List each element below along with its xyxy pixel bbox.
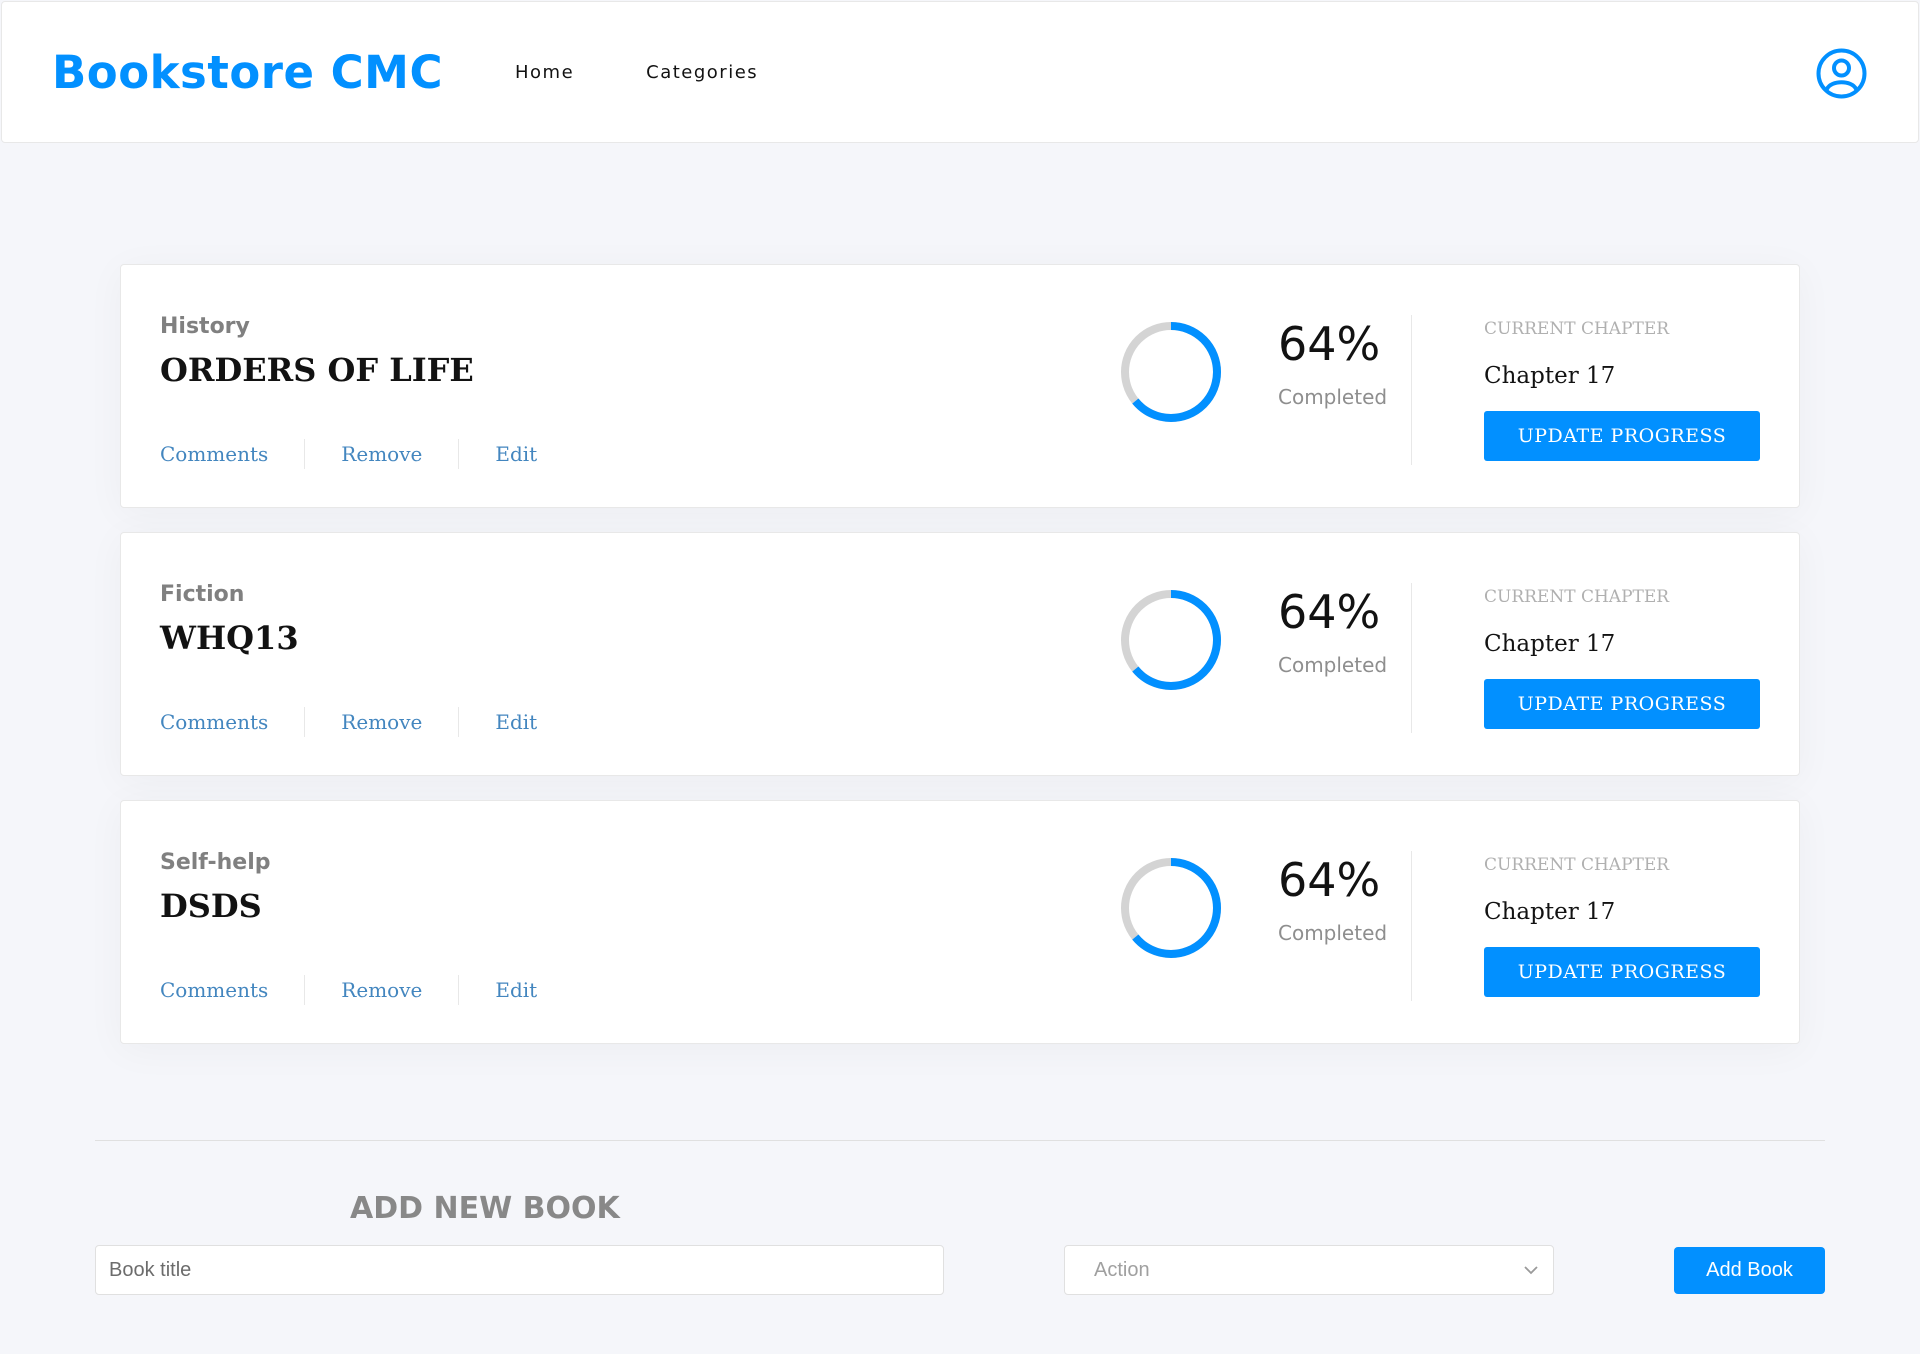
progress-ring — [1121, 590, 1221, 690]
action-divider — [458, 439, 460, 469]
remove-link[interactable]: Remove — [341, 710, 422, 734]
section-divider — [95, 1140, 1825, 1141]
update-progress-button[interactable]: UPDATE PROGRESS — [1484, 947, 1760, 997]
update-progress-button[interactable]: UPDATE PROGRESS — [1484, 679, 1760, 729]
vertical-divider — [1411, 851, 1412, 1001]
user-profile-button[interactable] — [1816, 48, 1867, 99]
category-select-value: Action — [1094, 1258, 1150, 1281]
book-card: Self-help DSDS Comments Remove Edit 64% … — [120, 800, 1800, 1044]
book-list: History ORDERS OF LIFE Comments Remove E… — [120, 264, 1800, 1068]
book-title: WHQ13 — [160, 619, 299, 657]
current-chapter-label: CURRENT CHAPTER — [1484, 587, 1670, 607]
completed-label: Completed — [1278, 653, 1388, 677]
comments-link[interactable]: Comments — [160, 442, 268, 466]
book-genre: Fiction — [160, 582, 245, 607]
edit-link[interactable]: Edit — [495, 978, 537, 1002]
action-divider — [304, 439, 306, 469]
book-actions: Comments Remove Edit — [160, 975, 537, 1005]
app-header: Bookstore CMC Home Categories — [1, 1, 1919, 143]
progress-ring — [1121, 858, 1221, 958]
chevron-down-icon — [1524, 1266, 1538, 1275]
add-book-heading: ADD NEW BOOK — [350, 1191, 620, 1226]
book-title-input[interactable] — [95, 1245, 944, 1295]
current-chapter-label: CURRENT CHAPTER — [1484, 319, 1670, 339]
edit-link[interactable]: Edit — [495, 710, 537, 734]
add-book-button[interactable]: Add Book — [1674, 1247, 1825, 1294]
book-title: DSDS — [160, 887, 262, 925]
book-card: Fiction WHQ13 Comments Remove Edit 64% C… — [120, 532, 1800, 776]
action-divider — [458, 975, 460, 1005]
vertical-divider — [1411, 583, 1412, 733]
book-actions: Comments Remove Edit — [160, 707, 537, 737]
current-chapter-label: CURRENT CHAPTER — [1484, 855, 1670, 875]
progress-percent: 64% — [1278, 853, 1381, 907]
action-divider — [304, 975, 306, 1005]
comments-link[interactable]: Comments — [160, 710, 268, 734]
nav-categories-link[interactable]: Categories — [646, 62, 758, 83]
action-divider — [458, 707, 460, 737]
nav-home-link[interactable]: Home — [515, 62, 574, 83]
completed-label: Completed — [1278, 385, 1388, 409]
book-actions: Comments Remove Edit — [160, 439, 537, 469]
remove-link[interactable]: Remove — [341, 978, 422, 1002]
remove-link[interactable]: Remove — [341, 442, 422, 466]
update-progress-button[interactable]: UPDATE PROGRESS — [1484, 411, 1760, 461]
vertical-divider — [1411, 315, 1412, 465]
current-chapter: Chapter 17 — [1484, 899, 1616, 925]
completed-label: Completed — [1278, 921, 1388, 945]
edit-link[interactable]: Edit — [495, 442, 537, 466]
book-genre: History — [160, 314, 250, 339]
comments-link[interactable]: Comments — [160, 978, 268, 1002]
book-card: History ORDERS OF LIFE Comments Remove E… — [120, 264, 1800, 508]
progress-ring — [1121, 322, 1221, 422]
progress-percent: 64% — [1278, 317, 1381, 371]
current-chapter: Chapter 17 — [1484, 363, 1616, 389]
progress-percent: 64% — [1278, 585, 1381, 639]
book-genre: Self-help — [160, 850, 271, 875]
category-select[interactable]: Action — [1064, 1245, 1554, 1295]
main-nav: Home Categories — [515, 62, 758, 83]
book-title: ORDERS OF LIFE — [160, 351, 474, 389]
current-chapter: Chapter 17 — [1484, 631, 1616, 657]
user-circle-icon — [1816, 48, 1867, 99]
logo[interactable]: Bookstore CMC — [52, 46, 443, 99]
action-divider — [304, 707, 306, 737]
